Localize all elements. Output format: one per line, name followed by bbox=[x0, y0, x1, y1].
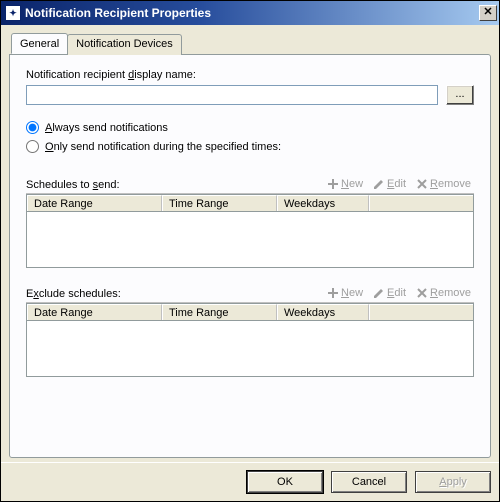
tab-page-general: Notification recipient display name: ...… bbox=[9, 54, 491, 458]
exclude-section-header: Exclude schedules: New Edit Remove bbox=[26, 268, 474, 303]
titlebar: ✦ Notification Recipient Properties ✕ bbox=[1, 1, 499, 25]
schedules-section-header: Schedules to send: New Edit Remove bbox=[26, 159, 474, 194]
col-spacer bbox=[369, 195, 473, 211]
exclude-edit-button: Edit bbox=[370, 286, 409, 300]
display-name-label: Notification recipient display name: bbox=[26, 69, 474, 81]
display-name-row: ... bbox=[26, 85, 474, 105]
radio-always-input[interactable] bbox=[26, 121, 39, 134]
x-icon bbox=[416, 287, 428, 299]
pencil-icon bbox=[373, 287, 385, 299]
display-name-input[interactable] bbox=[26, 85, 438, 105]
col-date-range-2[interactable]: Date Range bbox=[27, 304, 162, 320]
tab-notification-devices[interactable]: Notification Devices bbox=[67, 34, 182, 55]
exclude-schedules-label: Exclude schedules: bbox=[26, 288, 121, 300]
ok-button[interactable]: OK bbox=[247, 471, 323, 493]
exclude-new-button: New bbox=[324, 286, 366, 300]
cancel-button[interactable]: Cancel bbox=[331, 471, 407, 493]
x-icon bbox=[416, 178, 428, 190]
window-title: Notification Recipient Properties bbox=[25, 6, 479, 20]
schedules-edit-button: Edit bbox=[370, 177, 409, 191]
col-date-range[interactable]: Date Range bbox=[27, 195, 162, 211]
col-weekdays[interactable]: Weekdays bbox=[277, 195, 369, 211]
client-area: General Notification Devices Notificatio… bbox=[1, 25, 499, 462]
apply-button: Apply bbox=[415, 471, 491, 493]
schedules-headers: Date Range Time Range Weekdays bbox=[26, 194, 474, 212]
exclude-toolbar: New Edit Remove bbox=[324, 286, 474, 300]
plus-icon bbox=[327, 287, 339, 299]
col-spacer-2 bbox=[369, 304, 473, 320]
radio-only-input[interactable] bbox=[26, 140, 39, 153]
schedules-toolbar: New Edit Remove bbox=[324, 177, 474, 191]
col-time-range-2[interactable]: Time Range bbox=[162, 304, 277, 320]
dialog-button-row: OK Cancel Apply bbox=[1, 462, 499, 501]
tab-general[interactable]: General bbox=[11, 33, 68, 54]
exclude-headers: Date Range Time Range Weekdays bbox=[26, 303, 474, 321]
plus-icon bbox=[327, 178, 339, 190]
schedules-new-button: New bbox=[324, 177, 366, 191]
exclude-remove-button: Remove bbox=[413, 286, 474, 300]
browse-button[interactable]: ... bbox=[446, 85, 474, 105]
radio-only-times[interactable]: Only send notification during the specif… bbox=[26, 140, 474, 153]
pencil-icon bbox=[373, 178, 385, 190]
app-icon: ✦ bbox=[5, 5, 21, 21]
schedules-to-send-label: Schedules to send: bbox=[26, 179, 120, 191]
radio-always-send[interactable]: Always send notifications bbox=[26, 121, 474, 134]
dialog-window: ✦ Notification Recipient Properties ✕ Ge… bbox=[0, 0, 500, 502]
col-time-range[interactable]: Time Range bbox=[162, 195, 277, 211]
exclude-list[interactable] bbox=[26, 321, 474, 377]
close-button[interactable]: ✕ bbox=[479, 5, 497, 21]
col-weekdays-2[interactable]: Weekdays bbox=[277, 304, 369, 320]
tab-strip: General Notification Devices bbox=[11, 33, 491, 54]
schedules-list[interactable] bbox=[26, 212, 474, 268]
schedules-remove-button: Remove bbox=[413, 177, 474, 191]
